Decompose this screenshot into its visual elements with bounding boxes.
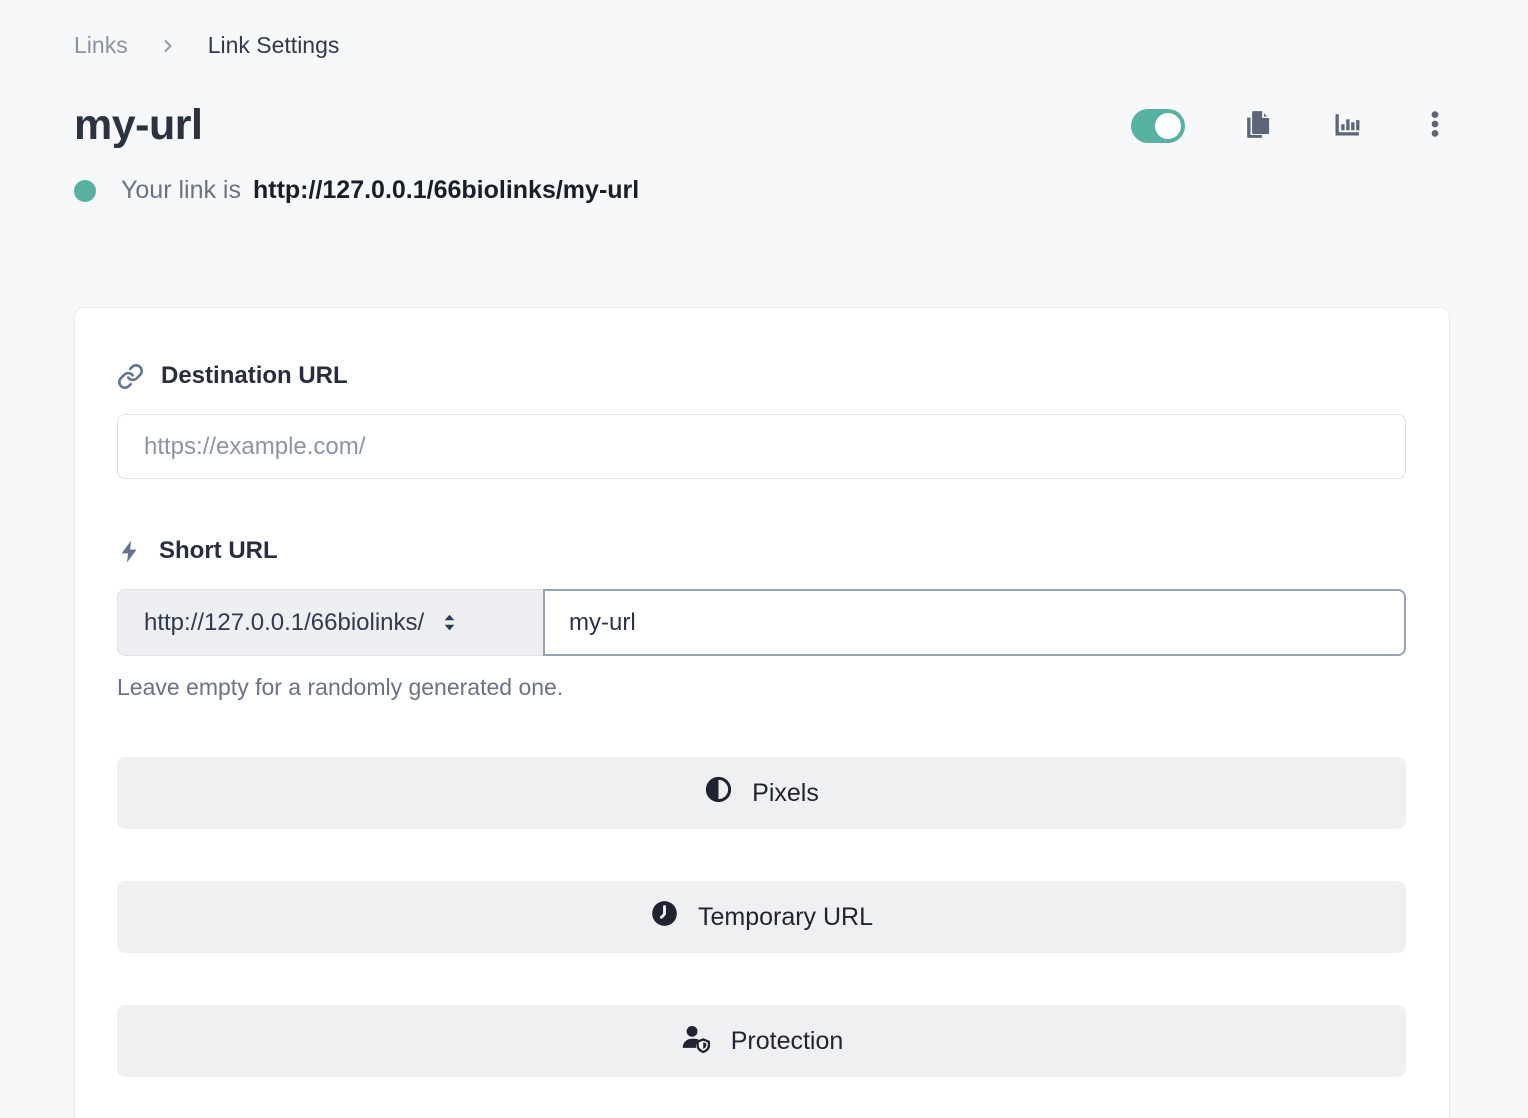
status-url: http://127.0.0.1/66biolinks/my-url [253, 176, 639, 205]
page-title: my-url [74, 101, 202, 150]
protection-button[interactable]: Protection [117, 1005, 1406, 1077]
short-url-input-group: http://127.0.0.1/66biolinks/ [117, 589, 1406, 656]
copy-icon [1242, 109, 1273, 143]
contrast-icon [704, 775, 733, 811]
protection-button-label: Protection [731, 1027, 844, 1056]
destination-url-label: Destination URL [117, 362, 1406, 390]
link-status-row: Your link is http://127.0.0.1/66biolinks… [74, 176, 1450, 205]
short-url-domain-text: http://127.0.0.1/66biolinks/ [144, 609, 424, 637]
more-options-button[interactable] [1420, 109, 1450, 142]
short-url-label-text: Short URL [159, 537, 278, 565]
temporary-url-button-label: Temporary URL [698, 903, 873, 932]
breadcrumb: Links Link Settings [74, 32, 1450, 59]
link-icon [117, 363, 144, 390]
updown-arrows-icon [440, 610, 459, 635]
user-shield-icon [680, 1022, 712, 1061]
statistics-button[interactable] [1330, 108, 1363, 144]
link-enabled-toggle[interactable] [1131, 109, 1185, 143]
header-actions [1131, 108, 1450, 144]
status-dot [74, 180, 96, 202]
link-settings-page: Links Link Settings my-url [0, 0, 1528, 1118]
destination-url-label-text: Destination URL [161, 362, 348, 390]
destination-url-section: Destination URL [117, 362, 1406, 479]
breadcrumb-link-settings: Link Settings [208, 32, 340, 59]
pixels-button[interactable]: Pixels [117, 757, 1406, 829]
clock-icon [650, 899, 679, 935]
bolt-icon [117, 539, 142, 564]
pixels-button-label: Pixels [752, 779, 819, 808]
short-url-section: Short URL http://127.0.0.1/66biolinks/ L… [117, 537, 1406, 701]
destination-url-input[interactable] [117, 414, 1406, 479]
title-row: my-url [74, 101, 1450, 150]
short-url-input[interactable] [543, 589, 1406, 656]
kebab-menu-icon [1420, 109, 1450, 142]
chevron-right-icon [158, 36, 178, 56]
bar-chart-icon [1330, 108, 1363, 144]
toggle-knob [1155, 113, 1181, 139]
link-settings-card: Destination URL Short URL http://127.0.0… [74, 307, 1450, 1118]
copy-link-button[interactable] [1242, 109, 1273, 143]
short-url-domain-select[interactable]: http://127.0.0.1/66biolinks/ [117, 589, 543, 656]
temporary-url-button[interactable]: Temporary URL [117, 881, 1406, 953]
breadcrumb-links[interactable]: Links [74, 32, 128, 59]
status-prefix: Your link is [121, 176, 241, 205]
collapse-button-stack: Pixels Temporary URL [117, 757, 1406, 1077]
short-url-label: Short URL [117, 537, 1406, 565]
short-url-help-text: Leave empty for a randomly generated one… [117, 674, 1406, 701]
